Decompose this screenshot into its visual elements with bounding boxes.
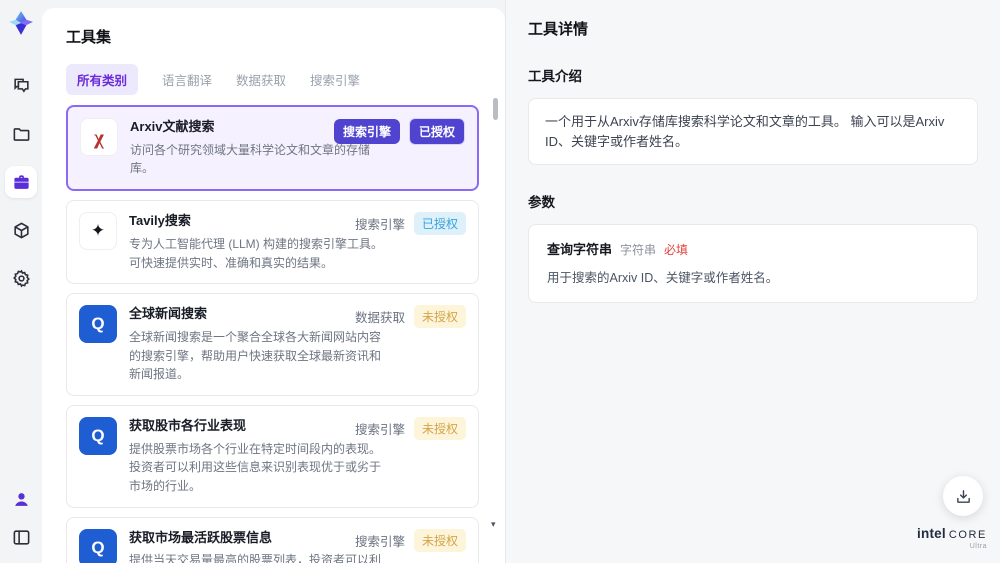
params-heading: 参数 [528,195,555,210]
scroll-down-icon[interactable]: ▾ [491,519,496,530]
rail-bottom [7,485,35,551]
card-badges: 搜索引擎 未授权 [354,528,466,552]
active-stocks-logo-icon: Q [79,528,117,563]
tool-description: 访问各个研究领域大量科学论文和文章的存储库。 [130,142,371,176]
intel-core-logo: intel CORE Ultra [917,527,987,550]
category-badge: 搜索引擎 [333,119,400,144]
gear-icon [12,269,30,287]
intro-heading: 工具介绍 [528,69,582,84]
tool-card-1[interactable]: ✦ Tavily搜索专为人工智能代理 (LLM) 构建的搜索引擎工具。可快速提供实… [66,200,479,285]
tool-description: 专为人工智能代理 (LLM) 构建的搜索引擎工具。可快速提供实时、准确和真实的结… [129,236,384,270]
sidebar-item-chat[interactable] [5,70,37,102]
category-badge: 搜索引擎 [354,422,405,437]
card-badges: 数据获取 未授权 [354,305,466,329]
tool-card-0[interactable]: χ Arxiv文献搜索 访问各个研究领域大量科学论文和文章的存储库。 搜索引擎 已授权 [66,105,479,192]
sidebar-item-files[interactable] [5,118,37,150]
cube-icon [13,222,29,238]
icon-rail [0,0,42,563]
tool-card-2[interactable]: Q 全球新闻搜索全球新闻搜索是一个聚合全球各大新闻网站内容的搜索引擎，帮助用户快速… [66,293,479,396]
list-scrollbar[interactable]: ▾ [491,96,500,548]
auth-status-badge: 已授权 [408,118,465,145]
tool-card-3[interactable]: Q 获取股市各行业表现提供股票市场各个行业在特定时间段内的表现。投资者可以利用这些… [66,404,479,508]
scrollbar-thumb[interactable] [493,98,498,120]
tab-3[interactable]: 搜索引擎 [310,64,360,95]
auth-status-badge: 已授权 [413,212,466,236]
sidebar-item-settings[interactable] [5,262,37,294]
param-type: 字符串 [620,243,657,257]
parameter-card: 查询字符串 字符串 必填 用于搜索的Arxiv ID、关键字或作者姓名。 [528,224,978,303]
category-badge: 搜索引擎 [354,218,405,233]
tool-card-list: χ Arxiv文献搜索 访问各个研究领域大量科学论文和文章的存储库。 搜索引擎 已授权 ✦… [66,105,491,563]
page-title: 工具集 [66,29,112,46]
tavily-logo-icon: ✦ [79,212,117,251]
tool-title: Tavily搜索 [129,213,191,229]
category-tabs: 所有类别 语言翻译 数据获取 搜索引擎 [66,64,491,95]
tool-title: 全球新闻搜索 [129,306,208,322]
card-badges: 搜索引擎 未授权 [354,416,466,440]
tool-title: 获取股市各行业表现 [129,417,247,433]
panel-toggle-button[interactable] [7,523,35,551]
stock-sector-logo-icon: Q [79,416,117,455]
app-logo-icon [9,11,33,35]
sidebar-item-packages[interactable] [5,214,37,246]
auth-status-badge: 未授权 [413,416,466,440]
intel-ultra-text: Ultra [969,543,987,550]
toolset-panel: 工具集 所有类别 语言翻译 数据获取 搜索引擎 χ Arxiv文献搜索 访问各个研究领域大… [42,8,505,563]
tool-intro-text: 一个用于从Arxiv存储库搜索科学论文和文章的工具。 输入可以是Arxiv ID… [528,98,978,165]
tab-2[interactable]: 数据获取 [236,64,286,95]
arxiv-logo-icon: χ [80,118,118,156]
auth-status-badge: 未授权 [413,528,466,552]
chat-icon [13,78,29,93]
details-title: 工具详情 [528,21,589,38]
tool-title: 获取市场最活跃股票信息 [129,529,273,545]
card-badges: 搜索引擎 已授权 [354,212,466,236]
download-button[interactable] [943,476,983,516]
rail-nav [5,70,37,294]
tool-description: 全球新闻搜索是一个聚合全球各大新闻网站内容的搜索引擎，帮助用户快速获取全球最新资… [129,330,382,382]
news-search-logo-icon: Q [79,305,117,344]
account-avatar[interactable] [7,485,35,513]
intel-core-text: CORE [948,529,987,541]
tab-0[interactable]: 所有类别 [66,64,139,95]
tool-description: 提供当天交易量最高的股票列表，投资者可以利用这些信息来识别流动性强的股票和潜在的… [129,553,382,563]
briefcase-icon [13,174,29,189]
param-required-badge: 必填 [664,243,689,257]
sidebar-item-tools[interactable] [5,166,37,198]
category-badge: 数据获取 [354,311,405,326]
tool-description: 提供股票市场各个行业在特定时间段内的表现。投资者可以利用这些信息来识别表现优于或… [129,441,382,493]
intel-wordmark: intel [917,526,946,541]
card-badges: 搜索引擎 已授权 [333,118,465,145]
param-description: 用于搜索的Arxiv ID、关键字或作者姓名。 [547,271,779,285]
auth-status-badge: 未授权 [413,305,466,329]
category-badge: 搜索引擎 [354,534,405,549]
tool-card-4[interactable]: Q 获取市场最活跃股票信息提供当天交易量最高的股票列表，投资者可以利用这些信息来识… [66,516,479,563]
folder-icon [13,127,29,141]
person-icon [14,492,28,506]
download-icon [956,489,970,503]
tool-details-panel: 工具详情 工具介绍 一个用于从Arxiv存储库搜索科学论文和文章的工具。 输入可… [505,0,1000,563]
tab-1[interactable]: 语言翻译 [162,64,212,95]
sidebar-toggle-icon [13,529,29,545]
param-name: 查询字符串 [547,242,613,257]
